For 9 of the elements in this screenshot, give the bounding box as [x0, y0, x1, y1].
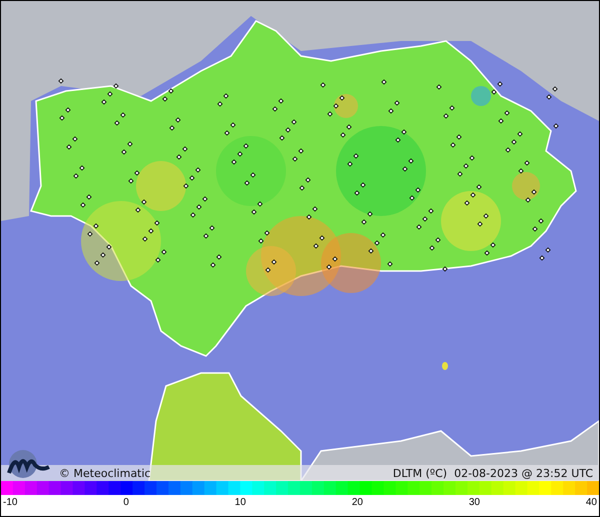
scale-label: 20: [352, 497, 363, 508]
scale-label: 10: [234, 497, 246, 508]
scale-label: -10: [3, 497, 18, 508]
scale-label: 30: [468, 497, 480, 508]
scale-label: 40: [586, 497, 597, 508]
map-caption: DLTM (ºC) 02-08-2023 @ 23:52 UTC: [392, 466, 593, 480]
logo-icon: [5, 449, 53, 479]
scale-label: 0: [123, 497, 129, 508]
credit-text: © Meteoclimatic: [59, 466, 151, 480]
